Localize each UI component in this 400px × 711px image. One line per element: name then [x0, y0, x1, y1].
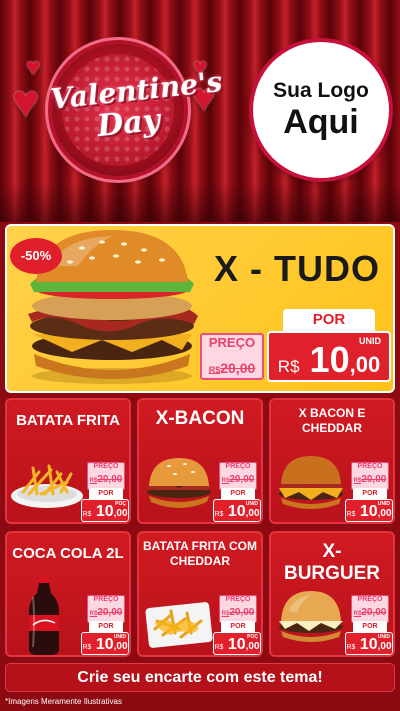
old-price: R$20,00 [221, 607, 255, 618]
new-price: R$ 10,00 [346, 503, 392, 520]
preco-label: PREÇO [225, 596, 251, 603]
valentines-day-title: Valentine's Day [49, 65, 224, 145]
new-price-box: POÇ R$ 10,00 [213, 632, 261, 655]
product-title: X-BACON [155, 408, 245, 429]
preco-label: PREÇO [93, 596, 119, 603]
preco-label: PREÇO [357, 463, 383, 470]
por-label: POR [221, 621, 255, 632]
new-price: R$ 10,00 [82, 636, 128, 653]
new-price-box: UNID R$ 10,00 [345, 632, 393, 655]
product-card-x-bacon-e-cheddar: X BACON E CHEDDAR PREÇO R$20,00 POR UNID… [269, 398, 395, 524]
old-price: R$20,00 [208, 360, 256, 376]
logo-line2: Aqui [283, 103, 359, 141]
product-title: BATATA FRITA COM CHEDDAR [143, 539, 257, 568]
new-price-box: UNID R$ 10,00 [345, 499, 393, 522]
heart-icon: ♥ [12, 75, 40, 127]
old-price: R$20,00 [89, 474, 123, 485]
cheddar-fries-image [145, 602, 213, 648]
preco-label: PREÇO [93, 463, 119, 470]
product-title: COCA COLA 2L [12, 545, 124, 562]
curtain-header: ♥ ♥ ♥ ♥ Valentine's Day Sua Logo Aqui [0, 0, 400, 222]
product-title: X-BURGUER [283, 541, 381, 584]
cta-banner: Crie seu encarte com este tema! [5, 663, 395, 692]
logo-line1: Sua Logo [273, 79, 369, 102]
por-label: POR [89, 621, 123, 632]
featured-title: X - TUDO [214, 248, 380, 289]
product-card-x-bacon: X-BACON PREÇO R$20,00 POR UNID R$ 10,00 [137, 398, 263, 524]
new-price-box: UNID R$ 10,00 [267, 331, 391, 382]
preco-label: PREÇO [208, 335, 256, 350]
product-card-batata-frita: BATATA FRITA PREÇO R$20,00 POR POÇ R$ 10… [5, 398, 131, 524]
product-card-batata-cheddar: BATATA FRITA COM CHEDDAR PREÇO R$20,00 P… [137, 531, 263, 657]
disclaimer: *Imagens Meramente Ilustrativas [5, 697, 122, 706]
old-price: R$20,00 [89, 607, 123, 618]
new-price: R$ 10,00 [214, 636, 260, 653]
old-price: R$20,00 [353, 607, 387, 618]
product-title: BATATA FRITA [16, 412, 120, 429]
product-card-coca-cola: COCA COLA 2L PREÇO R$20,00 POR UNID R$ 1… [5, 531, 131, 657]
new-price-box: UNID R$ 10,00 [81, 632, 129, 655]
product-title: X BACON E CHEDDAR [298, 406, 366, 435]
new-price: R$ 10,00 [82, 503, 128, 520]
logo-placeholder: Sua Logo Aqui [253, 42, 389, 178]
burger-image [279, 456, 343, 509]
por-label: POR [221, 488, 255, 499]
new-price-box: POÇ R$ 10,00 [81, 499, 129, 522]
new-price-box: UNID R$ 10,00 [213, 499, 261, 522]
preco-label: PREÇO [225, 463, 251, 470]
new-price: R$ 10,00 [214, 503, 260, 520]
por-label: POR [353, 488, 387, 499]
old-price: R$20,00 [353, 474, 387, 485]
burger-image [279, 591, 343, 642]
preco-label: PREÇO [357, 596, 383, 603]
old-price: R$20,00 [221, 474, 255, 485]
por-label: POR [353, 621, 387, 632]
discount-badge: -50% [10, 238, 62, 274]
new-price: R$ 10,00 [277, 339, 381, 380]
soda-bottle-image [29, 577, 59, 655]
product-card-x-burguer: X-BURGUER PREÇO R$20,00 POR UNID R$ 10,0… [269, 531, 395, 657]
new-price: R$ 10,00 [346, 636, 392, 653]
por-label: POR [89, 488, 123, 499]
fries-image [11, 464, 83, 508]
por-label: POR [283, 309, 375, 331]
burger-image [147, 458, 211, 508]
